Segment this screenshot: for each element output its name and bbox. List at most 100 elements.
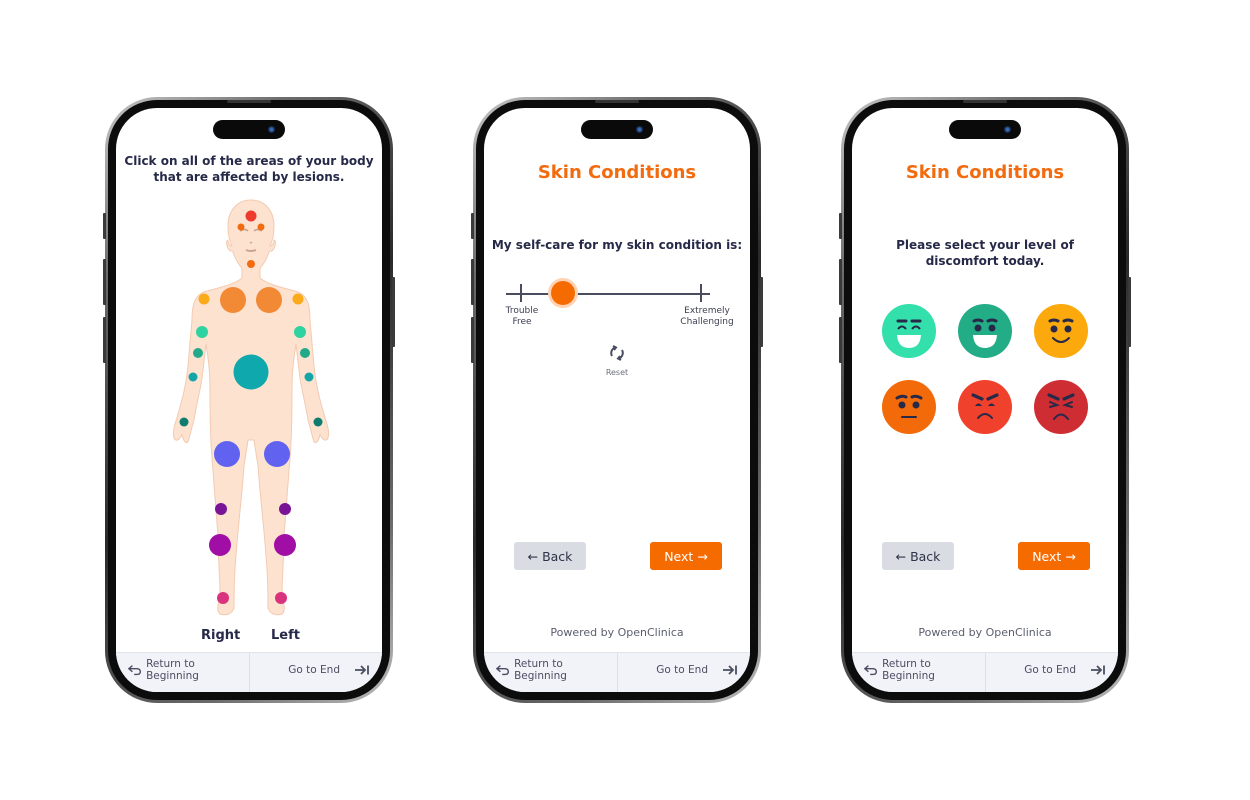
screen: Click on all of the areas of your body t… [116,108,382,692]
body-diagram[interactable] [166,196,336,626]
lesion-spot-neck[interactable] [247,260,255,268]
lesion-spot-left-shoulder[interactable] [292,293,304,305]
camera-icon [1004,126,1011,133]
self-care-slider[interactable] [506,281,710,305]
next-button[interactable]: Next → [650,542,722,570]
very-happy-face-icon [882,304,936,358]
phone-self-care: Skin Conditions My self-care for my skin… [471,97,763,703]
lesion-spot-right-thigh[interactable] [214,441,240,467]
lesion-spot-left-knee[interactable] [279,503,291,515]
page-title: Skin Conditions [905,162,1065,183]
lesion-spot-right-ankle[interactable] [217,592,229,604]
question-line-1: Please select your level of [896,238,1074,252]
return-arrow-icon [128,664,142,675]
lesion-spot-right-chest[interactable] [220,287,246,313]
reset-button[interactable]: Reset [484,344,750,377]
go-to-end-button[interactable]: Go to End [250,653,383,692]
navigation-footer: Return to Beginning Go to End [116,652,382,692]
body-map-question: Click on all of the areas of your body t… [116,153,382,185]
min-label-line-1: Trouble [505,306,539,316]
lesion-spot-left-thigh[interactable] [264,441,290,467]
return-arrow-icon [864,664,878,675]
camera-icon [268,126,275,133]
lesion-spot-left-chest[interactable] [256,287,282,313]
return-label: Return to Beginning [882,657,935,682]
powered-by: Powered by OpenClinica [918,626,1052,639]
dynamic-island [213,120,285,139]
lesion-spot-right-shoulder[interactable] [198,293,210,305]
slider-min-tick [520,284,522,302]
face-option-content[interactable] [1034,304,1088,358]
face-option-very-happy[interactable] [882,304,936,358]
lesion-spot-abdomen[interactable] [233,354,269,390]
action-button [103,213,106,239]
go-to-end-button[interactable]: Go to End [618,653,751,692]
lesion-spot-right-forearm[interactable] [188,372,198,382]
left-side-label: Left [271,628,300,643]
power-button [760,277,763,347]
go-to-end-button[interactable]: Go to End [986,653,1119,692]
back-button[interactable]: ← Back [882,542,954,570]
question-line-1: Click on all of the areas of your body [124,154,374,168]
lesion-spot-left-shin[interactable] [274,534,296,556]
action-button [839,213,842,239]
slider-handle[interactable] [551,281,576,305]
face-option-neutral[interactable] [882,380,936,434]
lesion-spot-right-eye[interactable] [237,223,245,231]
skip-to-end-icon [355,664,369,675]
go-to-end-label: Go to End [288,663,340,676]
return-to-beginning-button[interactable]: Return to Beginning [852,653,986,692]
next-arrow-icon: → [1065,548,1076,564]
return-to-beginning-button[interactable]: Return to Beginning [116,653,250,692]
screen: Skin Conditions My self-care for my skin… [484,108,750,692]
power-button [392,277,395,347]
speaker-grille [963,100,1007,103]
lesion-spot-left-hand[interactable] [313,417,323,427]
dynamic-island [949,120,1021,139]
back-arrow-icon: ← [895,548,907,564]
speaker-grille [227,100,271,103]
reset-label: Reset [605,368,629,377]
happy-face-icon [958,304,1012,358]
lesion-spot-left-upper-arm[interactable] [294,326,306,338]
lesion-spot-left-ankle[interactable] [275,592,287,604]
next-button[interactable]: Next → [1018,542,1090,570]
action-button [471,213,474,239]
lesion-spot-right-knee[interactable] [215,503,227,515]
power-button [1128,277,1131,347]
self-care-question: My self-care for my skin condition is: [491,238,743,252]
right-side-label: Right [201,628,241,643]
slider-min-label: Trouble Free [504,306,540,328]
lesion-spot-right-shin[interactable] [209,534,231,556]
navigation-footer: Return to Beginning Go to End [484,652,750,692]
upset-face-icon [958,380,1012,434]
max-label-line-2: Challenging [680,317,734,327]
content-face-icon [1034,304,1088,358]
powered-by: Powered by OpenClinica [550,626,684,639]
back-label: Back [542,548,573,564]
screen: Skin Conditions Please select your level… [852,108,1118,692]
slider-max-label: Extremely Challenging [670,306,744,328]
face-option-upset[interactable] [958,380,1012,434]
return-label: Return to Beginning [514,657,567,682]
next-label: Next [664,548,694,564]
lesion-spot-left-elbow[interactable] [300,348,310,358]
back-button[interactable]: ← Back [514,542,586,570]
lesion-spot-left-eye[interactable] [257,223,265,231]
reset-icon [610,345,624,361]
face-option-very-upset[interactable] [1034,380,1088,434]
volume-up-button [471,259,474,305]
volume-up-button [839,259,842,305]
volume-down-button [103,317,106,363]
return-to-beginning-button[interactable]: Return to Beginning [484,653,618,692]
skip-to-end-icon [1091,664,1105,675]
lesion-spot-right-elbow[interactable] [193,348,203,358]
lesion-spot-forehead[interactable] [245,210,257,222]
lesion-spot-right-upper-arm[interactable] [196,326,208,338]
lesion-spot-right-hand[interactable] [179,417,189,427]
max-label-line-1: Extremely [684,306,730,316]
lesion-spot-left-forearm[interactable] [304,372,314,382]
skip-to-end-icon [723,664,737,675]
next-label: Next [1032,548,1062,564]
face-option-happy[interactable] [958,304,1012,358]
